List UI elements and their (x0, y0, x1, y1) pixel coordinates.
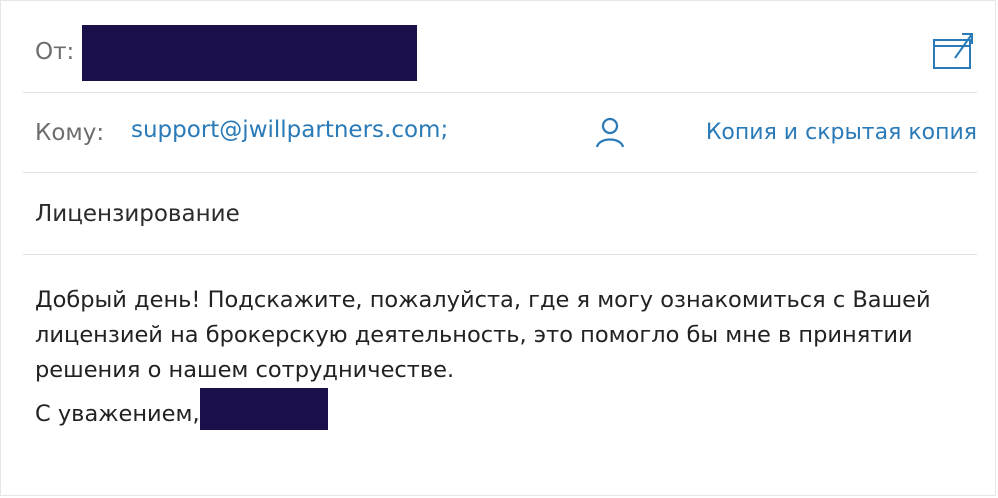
person-icon[interactable] (593, 115, 627, 149)
signoff-line: С уважением, (35, 388, 975, 432)
signature-redacted (199, 388, 328, 430)
to-row: Кому: support@jwillpartners.com; Копия и… (23, 93, 977, 173)
expand-window-icon[interactable] (931, 31, 975, 71)
recipient-address[interactable]: support@jwillpartners.com; (131, 117, 448, 143)
subject-field[interactable]: Лицензирование (35, 201, 240, 227)
subject-row[interactable]: Лицензирование (23, 173, 977, 255)
from-redacted-sender (82, 25, 417, 81)
cc-bcc-button[interactable]: Копия и скрытая копия (706, 120, 977, 145)
email-compose-window: От: Кому: support@jwillpartners.com; Коп… (0, 0, 996, 496)
signoff-text: С уважением, (35, 401, 200, 427)
message-body[interactable]: Добрый день! Подскажите, пожалуйста, где… (35, 283, 975, 432)
from-label: От: (35, 39, 75, 65)
message-line: Добрый день! Подскажите, пожалуйста, где… (35, 287, 931, 313)
to-label: Кому: (35, 120, 105, 146)
message-line: лицензией на брокерскую деятельность, эт… (35, 322, 913, 348)
message-line: решения о нашем сотрудничестве. (35, 357, 455, 383)
from-row: От: (23, 15, 977, 93)
